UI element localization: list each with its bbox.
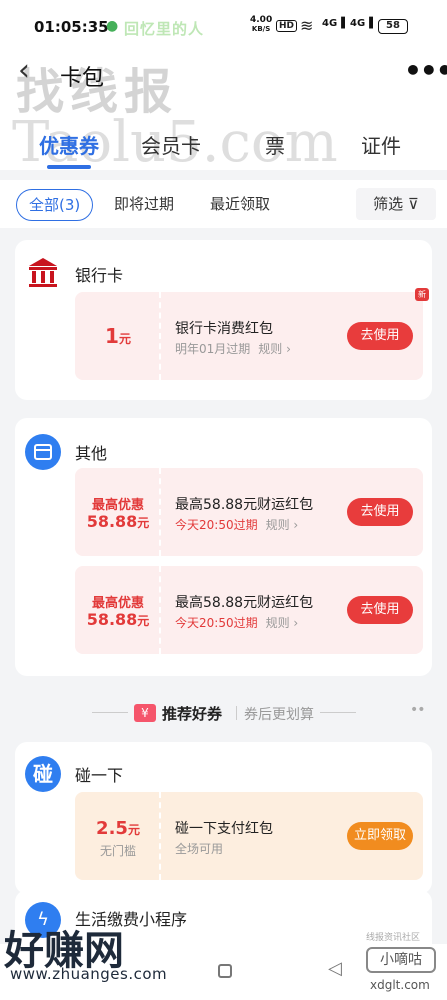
coupon-amount-unit: 元 bbox=[137, 516, 150, 530]
coupon-amount-value: 58.88 bbox=[86, 610, 138, 629]
coupon-amount-unit: 元 bbox=[137, 614, 150, 628]
coupon-sub: 今天20:50过期 规则 › bbox=[175, 516, 298, 533]
coupon-amount-unit: 元 bbox=[127, 823, 140, 837]
tab-ids[interactable]: 证件 bbox=[336, 130, 426, 159]
filter-icon: ⊽ bbox=[407, 195, 419, 213]
recommend-title: 推荐好券 bbox=[162, 705, 223, 723]
other-coupon-2[interactable]: 最高优惠 58.88元 最高58.88元财运红包 今天20:50过期 规则 › 去… bbox=[75, 566, 423, 654]
back-nav-icon[interactable]: ◁ bbox=[328, 958, 342, 979]
recommend-divider: ¥ 推荐好券 券后更划算 •• bbox=[0, 700, 447, 726]
bank-card-section: 银行卡 1元 银行卡消费红包 明年01月过期 规则 › 去使用 新 bbox=[15, 240, 432, 400]
signal-icon-1: 4G▐ bbox=[322, 18, 345, 29]
tab-tickets[interactable]: 票 bbox=[230, 130, 320, 159]
wifi-icon: ≋ bbox=[300, 16, 314, 35]
claim-button[interactable]: 立即领取 bbox=[347, 822, 413, 850]
filter-label: 筛选 bbox=[373, 195, 404, 213]
pengyixia-icon: 碰 bbox=[25, 756, 61, 792]
battery-level: 58 bbox=[386, 20, 400, 31]
coupon-amount-unit: 元 bbox=[118, 332, 131, 346]
pengyixia-section: 碰 碰一下 2.5元 无门槛 碰一下支付红包 全场可用 立即领取 bbox=[15, 742, 432, 894]
other-coupon-1[interactable]: 最高优惠 58.88元 最高58.88元财运红包 今天20:50过期 规则 › 去… bbox=[75, 468, 423, 556]
network-speed: 4.00 KB/S bbox=[250, 16, 272, 34]
bank-section-title: 银行卡 bbox=[75, 266, 124, 285]
coupon-name: 最高58.88元财运红包 bbox=[175, 497, 314, 513]
tab-bar: 优惠券 会员卡 票 证件 bbox=[0, 130, 447, 170]
tab-membership[interactable]: 会员卡 bbox=[126, 130, 216, 159]
coupon-amount-value: 1 bbox=[105, 324, 119, 348]
use-button[interactable]: 去使用 bbox=[347, 596, 413, 624]
watermark-logo-right-small: 线报资讯社区 bbox=[366, 933, 421, 943]
network-speed-value: 4.00 bbox=[250, 15, 273, 25]
watermark-logo-right-url: xdglt.com bbox=[370, 978, 430, 992]
home-nav-icon[interactable] bbox=[218, 964, 232, 978]
back-icon[interactable]: ‹ bbox=[18, 56, 30, 86]
battery-icon: 58 bbox=[378, 19, 408, 34]
coupon-amount-top: 最高优惠 bbox=[91, 596, 144, 611]
bank-icon bbox=[25, 254, 61, 290]
pengyixia-coupon[interactable]: 2.5元 无门槛 碰一下支付红包 全场可用 立即领取 bbox=[75, 792, 423, 880]
hd-badge: HD bbox=[276, 20, 298, 32]
watermark-logo-right: 小嘀咕 bbox=[366, 947, 436, 973]
wechat-icon: ● bbox=[106, 18, 119, 34]
coupon-expiry: 今天20:50过期 bbox=[175, 616, 258, 630]
bank-coupon[interactable]: 1元 银行卡消费红包 明年01月过期 规则 › 去使用 新 bbox=[75, 288, 429, 380]
tab-coupons[interactable]: 优惠券 bbox=[24, 130, 114, 159]
filter-expiring[interactable]: 即将过期 bbox=[114, 189, 174, 221]
use-button[interactable]: 去使用 bbox=[347, 322, 413, 350]
coupon-note: 无门槛 bbox=[99, 844, 136, 858]
coupon-rule-link[interactable]: 规则 › bbox=[258, 342, 291, 356]
pengyixia-section-title: 碰一下 bbox=[75, 766, 124, 785]
divider-line-left bbox=[92, 712, 128, 713]
use-button[interactable]: 去使用 bbox=[347, 498, 413, 526]
signal-label-1: 4G bbox=[322, 18, 338, 29]
coupon-rule-label: 规则 bbox=[265, 518, 290, 532]
coupon-name: 碰一下支付红包 bbox=[175, 821, 273, 837]
coupon-rule-link[interactable]: 规则 › bbox=[266, 518, 299, 532]
recommend-subtitle: 券后更划算 bbox=[244, 707, 314, 723]
network-speed-unit: KB/S bbox=[251, 25, 271, 33]
coupon-expiry: 今天20:50过期 bbox=[175, 518, 258, 532]
signal-label-2: 4G bbox=[350, 18, 366, 29]
other-section-title: 其他 bbox=[75, 444, 108, 463]
filter-all[interactable]: 全部(3) bbox=[16, 189, 94, 221]
recommend-coupon-icon: ¥ bbox=[134, 704, 156, 722]
more-icon[interactable]: ••• bbox=[404, 54, 447, 87]
coupon-amount: 2.5元 bbox=[75, 818, 161, 839]
status-time: 01:05:35 bbox=[34, 18, 109, 36]
coupon-amount-top: 最高优惠 bbox=[91, 498, 144, 513]
coupon-rule-link[interactable]: 规则 › bbox=[266, 616, 299, 630]
coupon-amount-value: 58.88 bbox=[86, 512, 138, 531]
coupon-name: 银行卡消费红包 bbox=[175, 321, 273, 337]
wallet-icon bbox=[25, 434, 61, 470]
coupon-sub: 今天20:50过期 规则 › bbox=[175, 614, 298, 631]
divider-line-right bbox=[320, 712, 356, 713]
status-bar: 01:05:35 ● 回忆里的人 4.00 KB/S HD ≋ 4G▐ 4G▐ … bbox=[0, 0, 447, 52]
tab-indicator bbox=[47, 165, 91, 169]
other-section: 其他 最高优惠 58.88元 最高58.88元财运红包 今天20:50过期 规则 … bbox=[15, 418, 432, 676]
signal-icon-2: 4G▐ bbox=[350, 18, 373, 29]
coupon-expiry: 明年01月过期 bbox=[175, 342, 251, 356]
recommend-separator bbox=[236, 706, 237, 720]
coupon-amount: 58.88元 bbox=[75, 610, 161, 629]
coupon-name: 最高58.88元财运红包 bbox=[175, 595, 314, 611]
coupon-scope: 全场可用 bbox=[175, 842, 224, 856]
status-notification: 回忆里的人 bbox=[124, 20, 205, 38]
coupon-sub: 明年01月过期 规则 › bbox=[175, 340, 291, 357]
filter-recent[interactable]: 最近领取 bbox=[210, 189, 270, 221]
coupon-rule-label: 规则 bbox=[258, 342, 283, 356]
filter-button[interactable]: 筛选 ⊽ bbox=[356, 188, 436, 220]
coupon-amount-value: 2.5 bbox=[96, 818, 128, 839]
new-badge: 新 bbox=[415, 288, 429, 301]
coupon-rule-label: 规则 bbox=[265, 616, 290, 630]
recommend-more-icon[interactable]: •• bbox=[410, 702, 425, 718]
coupon-amount: 1元 bbox=[75, 324, 161, 348]
page-title: 卡包 bbox=[60, 66, 105, 91]
watermark-logo-left-url: www.zhuanges.com bbox=[10, 965, 168, 983]
coupon-amount: 58.88元 bbox=[75, 512, 161, 531]
